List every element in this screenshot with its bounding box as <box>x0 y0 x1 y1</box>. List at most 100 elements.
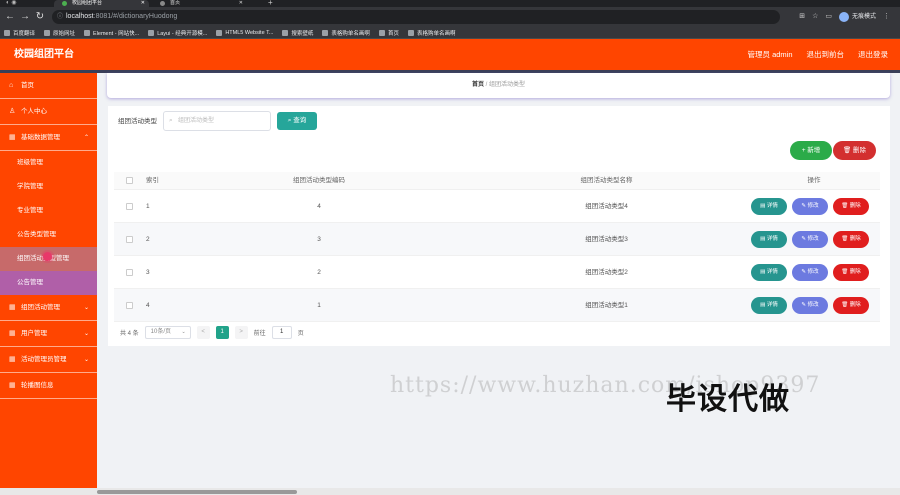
edit-button[interactable]: ✎ 修改 <box>792 297 828 314</box>
bookmark-item[interactable]: HTML5 Website T... <box>216 29 273 36</box>
select-all-checkbox[interactable] <box>126 177 133 184</box>
sidebar-subitem-class[interactable]: 班级管理 <box>0 151 97 175</box>
bookmark-icon <box>216 29 223 36</box>
new-tab-icon[interactable]: + <box>268 0 273 7</box>
detail-icon: ▤ <box>760 236 766 242</box>
edit-label: 修改 <box>807 302 819 308</box>
sidebar-subitem-college[interactable]: 学院管理 <box>0 175 97 199</box>
pagination: 共 4 条 10条/页 ⌄ < 1 > 前往 1 页 <box>120 326 304 339</box>
delete-button[interactable]: 🗑 删除 <box>833 231 869 248</box>
detail-label: 详情 <box>766 269 778 275</box>
reload-icon[interactable]: ↻ <box>34 11 46 23</box>
row-checkbox[interactable] <box>126 302 133 309</box>
sidebar-item-basic-data[interactable]: ▦ 基础数据管理 ⌃ <box>0 125 97 151</box>
detail-button[interactable]: ▤ 详情 <box>751 231 787 248</box>
sidebar-item-profile[interactable]: ♙ 个人中心 <box>0 99 97 125</box>
edit-button[interactable]: ✎ 修改 <box>792 198 828 215</box>
page-number-current[interactable]: 1 <box>215 326 229 339</box>
avatar <box>838 12 849 22</box>
row-checkbox[interactable] <box>126 203 133 210</box>
back-arrow-icon[interactable]: ← <box>4 11 16 23</box>
translate-icon[interactable]: ⊞ <box>799 11 805 23</box>
delete-button[interactable]: 🗑 删除 <box>833 297 869 314</box>
sidebar-subitem-major[interactable]: 专业管理 <box>0 199 97 223</box>
detail-button[interactable]: ▤ 详情 <box>751 297 787 314</box>
page-size-select[interactable]: 10条/页 ⌄ <box>144 326 191 339</box>
edit-icon: ✎ <box>801 302 807 308</box>
sidebar-item-carousel[interactable]: ▦ 轮播图信息 <box>0 373 97 399</box>
add-button[interactable]: + 新增 <box>790 141 832 160</box>
sidebar-subitem-label: 班级管理 <box>17 159 43 166</box>
batch-delete-button[interactable]: 🗑 删除 <box>833 141 876 160</box>
edit-label: 修改 <box>807 269 819 275</box>
sidebar-item-home[interactable]: ⌂ 首页 <box>0 73 97 99</box>
detail-button[interactable]: ▤ 详情 <box>751 264 787 281</box>
edit-button[interactable]: ✎ 修改 <box>792 264 828 281</box>
search-icon: ⌕ <box>287 117 292 124</box>
back-to-front-link[interactable]: 退出到前台 <box>807 39 845 70</box>
tab-close-icon[interactable]: ✕ <box>141 0 145 7</box>
url-field[interactable]: ⓘ localhost:8081/#/dictionaryHuodong <box>52 10 780 24</box>
detail-label: 详情 <box>766 302 778 308</box>
menu-kebab-icon[interactable]: ⋮ <box>883 11 890 23</box>
bookmark-icon <box>407 29 414 36</box>
edit-button[interactable]: ✎ 修改 <box>792 231 828 248</box>
tab-title: 校园组团平台 <box>72 0 103 6</box>
bookmark-item[interactable]: 首页 <box>378 29 399 37</box>
row-checkbox[interactable] <box>126 269 133 276</box>
profile-button[interactable]: 无痕模式 <box>838 11 876 23</box>
sidebar-item-users[interactable]: ▦ 用户管理 ⌄ <box>0 321 97 347</box>
next-page-button[interactable]: > <box>234 326 248 339</box>
edit-icon: ✎ <box>801 236 807 242</box>
bookmark-item[interactable]: 表格购单名画啊 <box>407 29 455 37</box>
edit-label: 修改 <box>807 203 819 209</box>
search-label: 组团活动类型 <box>118 118 157 125</box>
cell-code: 3 <box>317 236 321 243</box>
sidebar-item-label: 基础数据管理 <box>21 134 60 141</box>
delete-button[interactable]: 🗑 删除 <box>833 264 869 281</box>
prev-page-button[interactable]: < <box>196 326 210 339</box>
search-button[interactable]: ⌕ 查询 <box>277 112 317 130</box>
search-input[interactable]: ⌕ 组团活动类型 <box>163 111 271 131</box>
bookmark-item[interactable]: Element - 网站快... <box>84 29 139 37</box>
bookmark-item[interactable]: 百度翻译 <box>4 29 35 37</box>
batch-delete-label: 删除 <box>853 147 867 154</box>
delete-label: 删除 <box>849 236 861 242</box>
delete-label: 删除 <box>849 302 861 308</box>
watermark-text: 毕设代做 <box>666 383 790 416</box>
logout-link[interactable]: 退出登录 <box>858 39 888 70</box>
data-table: 索引 组团活动类型编码 组团活动类型名称 操作 1 4 组团活动类型4 ▤ 详情… <box>114 172 880 322</box>
detail-button[interactable]: ▤ 详情 <box>751 198 787 215</box>
window-controls[interactable]: ◐ ◉ <box>6 0 17 7</box>
row-actions: ▤ 详情 ✎ 修改 🗑 删除 <box>751 297 869 314</box>
info-icon[interactable]: ⓘ <box>57 10 63 24</box>
forward-arrow-icon[interactable]: → <box>19 11 31 23</box>
bookmark-item[interactable]: 搜索壁纸 <box>282 29 313 37</box>
sidebar-subitem-notice[interactable]: 公告管理 <box>0 271 97 295</box>
grid-icon: ▦ <box>9 134 16 141</box>
goto-page-input[interactable]: 1 <box>271 326 292 339</box>
row-checkbox[interactable] <box>126 236 133 243</box>
table-row: 1 4 组团活动类型4 ▤ 详情 ✎ 修改 🗑 删除 <box>114 190 880 223</box>
delete-label: 删除 <box>849 269 861 275</box>
browser-tab[interactable]: 首页 ✕ <box>152 0 247 7</box>
breadcrumb-home[interactable]: 首页 <box>472 82 484 88</box>
sidebar-subitem-activity-type[interactable]: 组团活动类型管理 <box>0 247 97 271</box>
bookmark-star-icon[interactable]: ☆ <box>812 11 818 23</box>
tab-close-icon[interactable]: ✕ <box>239 0 243 7</box>
bookmark-item[interactable]: 原始网址 <box>44 29 75 37</box>
extensions-icon[interactable]: ▭ <box>825 11 832 23</box>
sidebar-item-activity-admins[interactable]: ▦ 活动管理员管理 ⌄ <box>0 347 97 373</box>
row-actions: ▤ 详情 ✎ 修改 🗑 删除 <box>751 198 869 215</box>
sidebar-item-label: 用户管理 <box>21 330 47 337</box>
grid-icon: ▦ <box>9 356 16 363</box>
delete-button[interactable]: 🗑 删除 <box>833 198 869 215</box>
browser-tab-active[interactable]: 校园组团平台 ✕ <box>54 0 149 7</box>
bookmark-item[interactable]: 表格购单名画啊 <box>322 29 370 37</box>
scrollbar-thumb[interactable] <box>97 490 297 494</box>
sidebar-item-label: 活动管理员管理 <box>21 356 67 363</box>
chevron-down-icon: ⌄ <box>83 357 89 363</box>
sidebar-item-activity[interactable]: ▦ 组团活动管理 ⌄ <box>0 295 97 321</box>
bookmark-item[interactable]: Layui - 经典开源模... <box>148 29 207 37</box>
sidebar-subitem-notice-type[interactable]: 公告类型管理 <box>0 223 97 247</box>
